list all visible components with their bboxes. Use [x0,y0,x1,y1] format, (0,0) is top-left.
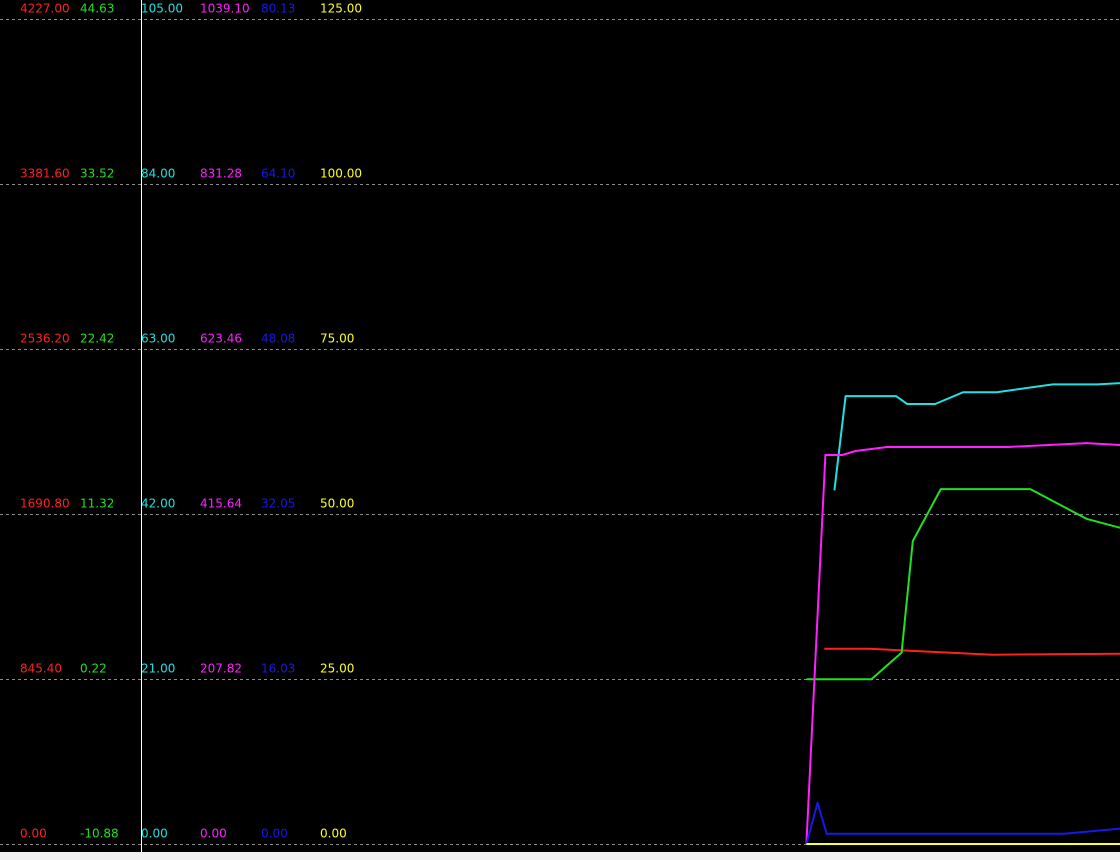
axis-magenta-tick-3: 415.64 [200,497,242,511]
axis-cyan-tick-5: 0.00 [141,827,168,841]
axis-green-tick-0: 44.63 [80,2,114,16]
multi-axis-line-chart: 4227.00 3381.60 2536.20 1690.80 845.40 0.00 44… [0,0,1120,852]
axis-tick-labels: 4227.00 3381.60 2536.20 1690.80 845.40 0.00 44… [20,2,362,841]
axis-yellow-tick-5: 0.00 [320,827,347,841]
axis-cyan-tick-2: 63.00 [141,332,175,346]
axis-yellow-tick-1: 100.00 [320,167,362,181]
axis-blue-tick-4: 16.03 [261,662,295,676]
axis-blue-tick-0: 80.13 [261,2,295,16]
axis-magenta-tick-4: 207.82 [200,662,242,676]
axis-red-tick-4: 845.40 [20,662,62,676]
axis-blue-tick-5: 0.00 [261,827,288,841]
axis-red-tick-2: 2536.20 [20,332,70,346]
axis-green-tick-1: 33.52 [80,167,114,181]
axis-blue-tick-1: 64.10 [261,167,295,181]
axis-magenta-tick-5: 0.00 [200,827,227,841]
gridlines [0,19,1120,845]
axis-green-tick-5: -10.88 [80,827,119,841]
axis-red-tick-5: 0.00 [20,827,47,841]
axis-cyan-tick-0: 105.00 [141,2,183,16]
axis-magenta-tick-0: 1039.10 [200,2,250,16]
axis-red-tick-1: 3381.60 [20,167,70,181]
axis-green-tick-3: 11.32 [80,497,114,511]
axis-magenta-tick-2: 623.46 [200,332,242,346]
axis-cyan-tick-4: 21.00 [141,662,175,676]
axis-green-tick-4: 0.22 [80,662,107,676]
bottom-status-strip [0,852,1120,860]
axis-yellow-tick-2: 75.00 [320,332,354,346]
axis-cyan-tick-1: 84.00 [141,167,175,181]
chart-root: 4227.00 3381.60 2536.20 1690.80 845.40 0.00 44… [0,0,1120,860]
series-line-cyan [833,382,1120,491]
axis-blue-tick-3: 32.05 [261,497,295,511]
axis-cyan-tick-3: 42.00 [141,497,175,511]
axis-yellow-tick-4: 25.00 [320,662,354,676]
axis-magenta-tick-1: 831.28 [200,167,242,181]
series-line-blue [805,801,1120,845]
axis-red-tick-3: 1690.80 [20,497,70,511]
axis-blue-tick-2: 48.08 [261,332,295,346]
series-lines [805,382,1120,845]
series-line-magenta [805,442,1120,845]
axis-red-tick-0: 4227.00 [20,2,70,16]
axis-green-tick-2: 22.42 [80,332,114,346]
axis-yellow-tick-3: 50.00 [320,497,354,511]
axis-yellow-tick-0: 125.00 [320,2,362,16]
